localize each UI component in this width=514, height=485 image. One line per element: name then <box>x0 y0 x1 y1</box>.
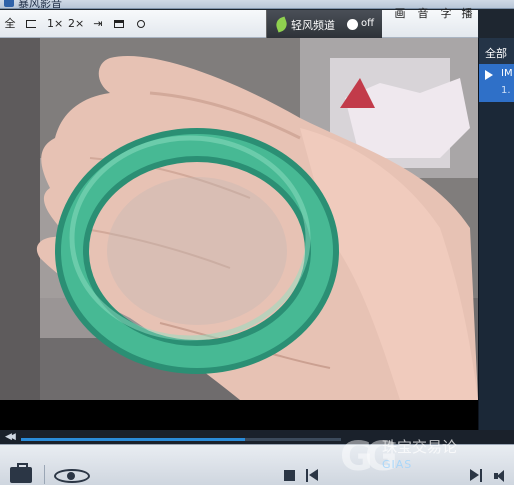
leaf-icon <box>274 16 289 33</box>
watermark-line-1: 珠宝交易论 <box>382 438 458 456</box>
playlist-item-name: IM <box>501 68 513 79</box>
mini-mode-icon <box>26 20 36 28</box>
video-letterbox <box>0 400 478 430</box>
fullscreen-button[interactable]: 全 <box>3 15 17 33</box>
arrow-to-edge-icon: ⇥ <box>93 17 103 30</box>
playlist-item[interactable]: IM 1. <box>479 64 514 102</box>
video-player-window: 暴风影音 全 1× 2× ⇥ 轻风频道 off 画 音 字 播 全部 IM 1.… <box>0 0 514 485</box>
fresh-mode-toggle[interactable]: 轻风频道 off <box>266 10 382 38</box>
subtitle-settings-button[interactable]: 字 <box>439 5 453 23</box>
speed-2x-button[interactable]: 2× <box>68 15 84 33</box>
watermark: GG 珠宝交易论 GIAS <box>330 430 514 485</box>
toolbox-icon[interactable] <box>10 463 32 483</box>
previous-button[interactable] <box>306 469 320 482</box>
playlist-tab-all[interactable]: 全部 <box>479 38 514 64</box>
progress-fill <box>21 438 245 441</box>
fresh-mode-state: off <box>361 18 375 29</box>
screen-ratio-icon <box>114 20 124 28</box>
title-bar: 暴风影音 <box>0 0 514 9</box>
watermark-line-2: GIAS <box>382 458 413 471</box>
mini-mode-button[interactable] <box>24 15 38 33</box>
video-frame-image <box>0 38 478 400</box>
bulb-icon <box>137 20 145 28</box>
playlist-panel: 全部 IM 1. <box>478 38 514 444</box>
speed-1x-button[interactable]: 1× <box>47 15 63 33</box>
picture-settings-button[interactable]: 画 <box>393 5 407 23</box>
toggle-knob-icon <box>347 19 358 30</box>
playback-settings-button[interactable]: 播 <box>460 5 474 23</box>
playlist-item-detail: 1. <box>501 85 511 96</box>
window-title: 暴风影音 <box>18 0 62 9</box>
light-off-button[interactable] <box>135 15 147 33</box>
now-playing-icon <box>485 70 493 80</box>
eye-icon[interactable] <box>54 469 90 483</box>
stop-button[interactable] <box>284 470 295 481</box>
fit-width-button[interactable]: ⇥ <box>92 15 104 33</box>
rewind-icon[interactable]: ◀◀ <box>5 432 16 442</box>
aspect-button[interactable] <box>113 15 125 33</box>
video-frame[interactable] <box>0 38 478 400</box>
divider <box>44 465 45 484</box>
fresh-mode-label: 轻风频道 <box>291 19 335 32</box>
playlist-header-label: 全部 <box>485 47 507 60</box>
audio-settings-button[interactable]: 音 <box>416 5 430 23</box>
app-logo-icon <box>4 0 14 7</box>
progress-bar[interactable] <box>21 438 341 441</box>
